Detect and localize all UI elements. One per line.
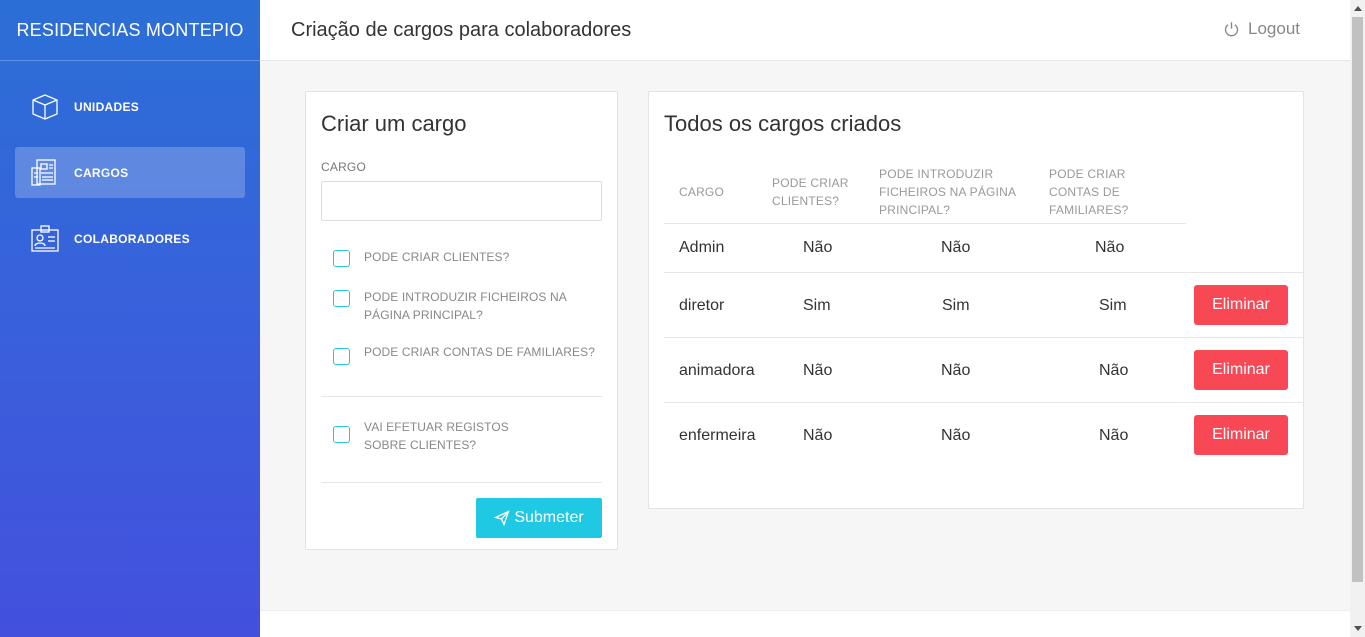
id-badge-icon: [30, 224, 60, 254]
cargos-list-title: Todos os cargos criados: [664, 111, 902, 136]
create-cargo-card: Criar um cargo CARGO PODE CRIAR CLIENTES…: [305, 91, 618, 550]
check-efetuar-registos[interactable]: VAI EFETUAR REGISTOS SOBRE CLIENTES?: [333, 420, 553, 454]
th-contas-familiares: PODE CRIAR CONTAS DE FAMILIARES?: [1049, 167, 1129, 217]
cell-introduzir-ficheiros: Não: [941, 239, 971, 256]
delete-button[interactable]: Eliminar: [1194, 350, 1288, 390]
delete-button[interactable]: Eliminar: [1194, 285, 1288, 325]
th-cargo: CARGO: [679, 185, 725, 199]
checkbox[interactable]: [333, 348, 350, 365]
cube-icon: [30, 92, 60, 122]
sidebar: RESIDENCIAS MONTEPIO UNIDADES CARGOS COL…: [0, 0, 260, 637]
page-title: Criação de cargos para colaboradores: [291, 18, 632, 41]
cell-criar-clientes: Não: [803, 427, 833, 444]
check-label: PODE INTRODUZIR FICHEIROS NA PÁGINA PRIN…: [364, 290, 567, 322]
cell-contas-familiares: Não: [1099, 427, 1129, 444]
check-label: PODE CRIAR CONTAS DE FAMILIARES?: [364, 345, 596, 359]
submit-label: Submeter: [514, 509, 584, 526]
check-label: PODE CRIAR CLIENTES?: [364, 250, 510, 264]
form-divider: [321, 396, 602, 397]
cell-introduzir-ficheiros: Sim: [942, 297, 970, 314]
cell-criar-clientes: Não: [803, 362, 833, 379]
cell-cargo: enfermeira: [679, 427, 756, 444]
th-introduzir-ficheiros: PODE INTRODUZIR FICHEIROS NA PÁGINA PRIN…: [879, 167, 1016, 217]
form-divider: [321, 482, 602, 483]
check-introduzir-ficheiros[interactable]: PODE INTRODUZIR FICHEIROS NA PÁGINA PRIN…: [333, 290, 583, 324]
top-header: Criação de cargos para colaboradores Log…: [260, 0, 1350, 61]
checkbox[interactable]: [333, 250, 350, 267]
logout-button[interactable]: Logout: [1223, 19, 1300, 39]
power-icon: [1224, 21, 1239, 36]
checkbox[interactable]: [333, 290, 350, 307]
sidebar-nav: UNIDADES CARGOS COLABORADORES: [0, 61, 260, 264]
org-chart-icon: [30, 158, 60, 188]
sidebar-item-unidades[interactable]: UNIDADES: [15, 81, 245, 132]
scroll-down-arrow[interactable]: [1350, 620, 1365, 637]
table-row: Admin Não Não Não: [664, 224, 1304, 273]
cargo-field-label: CARGO: [321, 160, 367, 174]
page-scrollbar[interactable]: [1350, 0, 1365, 637]
cell-cargo: Admin: [679, 239, 725, 256]
cell-introduzir-ficheiros: Não: [941, 427, 971, 444]
th-criar-clientes: PODE CRIAR CLIENTES?: [772, 176, 849, 208]
cell-introduzir-ficheiros: Não: [941, 362, 971, 379]
checkbox[interactable]: [333, 426, 350, 443]
delete-button[interactable]: Eliminar: [1194, 415, 1288, 455]
sidebar-item-colaboradores[interactable]: COLABORADORES: [15, 213, 245, 264]
submit-button[interactable]: Submeter: [476, 498, 602, 538]
table-row: animadora Não Não Não Eliminar: [664, 338, 1304, 403]
table-row: enfermeira Não Não Não Eliminar: [664, 403, 1304, 468]
check-contas-familiares[interactable]: PODE CRIAR CONTAS DE FAMILIARES?: [333, 345, 595, 365]
cell-criar-clientes: Não: [803, 239, 833, 256]
scroll-thumb[interactable]: [1352, 17, 1363, 582]
cell-contas-familiares: Sim: [1099, 297, 1127, 314]
check-label: VAI EFETUAR REGISTOS SOBRE CLIENTES?: [364, 420, 509, 452]
create-cargo-title: Criar um cargo: [321, 111, 467, 136]
brand-title[interactable]: RESIDENCIAS MONTEPIO: [0, 0, 260, 61]
cell-contas-familiares: Não: [1095, 239, 1125, 256]
cell-cargo: animadora: [679, 362, 755, 379]
cargo-input[interactable]: [321, 181, 602, 221]
cell-criar-clientes: Sim: [803, 297, 831, 314]
scroll-up-arrow[interactable]: [1350, 0, 1365, 17]
sidebar-item-label: COLABORADORES: [74, 231, 190, 246]
logout-label: Logout: [1248, 19, 1300, 38]
sidebar-item-cargos[interactable]: CARGOS: [15, 147, 245, 198]
cell-cargo: diretor: [679, 297, 725, 314]
page-footer: [260, 610, 1350, 637]
table-header: CARGO PODE CRIAR CLIENTES? PODE INTRODUZ…: [664, 162, 1186, 224]
table-row: diretor Sim Sim Sim Eliminar: [664, 273, 1304, 338]
cargos-list-card: Todos os cargos criados CARGO PODE CRIAR…: [648, 91, 1304, 509]
cell-contas-familiares: Não: [1099, 362, 1129, 379]
sidebar-item-label: CARGOS: [74, 165, 129, 180]
sidebar-item-label: UNIDADES: [74, 99, 140, 114]
check-criar-clientes[interactable]: PODE CRIAR CLIENTES?: [333, 250, 509, 267]
send-icon: [494, 510, 510, 526]
